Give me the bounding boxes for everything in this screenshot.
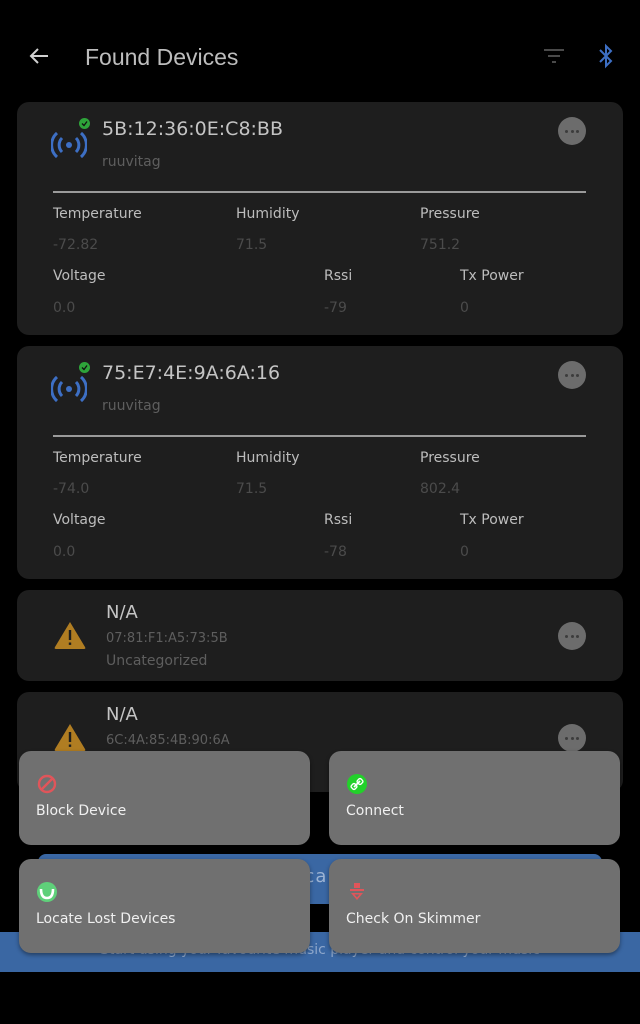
pressure-label: Pressure [420, 206, 480, 222]
voltage-label: Voltage [53, 512, 106, 528]
voltage-label: Voltage [53, 268, 106, 284]
tx-power-value: 0 [460, 544, 469, 560]
device-card[interactable]: 5B:12:36:0E:C8:BB ruuvitag Temperature -… [17, 102, 623, 335]
arrow-left-icon [29, 48, 48, 64]
device-card[interactable]: N/A 07:81:F1:A5:73:5B Uncategorized [17, 590, 623, 681]
rf-signal-icon [51, 131, 87, 159]
action-label: Connect [346, 803, 404, 819]
more-options-button[interactable] [558, 361, 586, 389]
device-mac: 07:81:F1:A5:73:5B [106, 631, 228, 646]
more-options-button[interactable] [558, 622, 586, 650]
block-icon [37, 774, 57, 794]
connect-button[interactable]: Connect [329, 751, 620, 845]
back-button[interactable] [26, 42, 54, 70]
pressure-value: 802.4 [420, 481, 461, 497]
temperature-label: Temperature [53, 206, 142, 222]
rssi-label: Rssi [324, 512, 353, 528]
action-label: Check On Skimmer [346, 911, 481, 927]
device-name: N/A [106, 602, 138, 623]
bluetooth-icon [599, 43, 613, 69]
humidity-value: 71.5 [236, 481, 268, 497]
tx-power-label: Tx Power [460, 268, 524, 284]
action-label: Block Device [36, 803, 127, 819]
action-label: Locate Lost Devices [36, 911, 176, 927]
filter-icon [544, 49, 564, 63]
connected-check-icon [79, 362, 90, 373]
more-options-button[interactable] [558, 117, 586, 145]
voltage-value: 0.0 [53, 544, 76, 560]
connected-check-icon [79, 118, 90, 129]
bluetooth-button[interactable] [595, 42, 617, 70]
humidity-label: Humidity [236, 206, 300, 222]
voltage-value: 0.0 [53, 300, 76, 316]
temperature-label: Temperature [53, 450, 142, 466]
divider [53, 435, 586, 437]
tx-power-label: Tx Power [460, 512, 524, 528]
humidity-label: Humidity [236, 450, 300, 466]
check-on-skimmer-button[interactable]: Check On Skimmer [329, 859, 620, 953]
device-category: Uncategorized [106, 653, 208, 669]
rf-signal-icon [51, 375, 87, 403]
device-mac: 6C:4A:85:4B:90:6A [106, 733, 230, 748]
temperature-value: -74.0 [53, 481, 90, 497]
locate-lost-devices-button[interactable]: Locate Lost Devices [19, 859, 310, 953]
pressure-label: Pressure [420, 450, 480, 466]
device-mac: 5B:12:36:0E:C8:BB [102, 118, 284, 140]
device-mac: 75:E7:4E:9A:6A:16 [102, 362, 281, 384]
rssi-label: Rssi [324, 268, 353, 284]
more-options-button[interactable] [558, 724, 586, 752]
device-name: N/A [106, 704, 138, 725]
rssi-value: -78 [324, 544, 347, 560]
skimmer-icon [350, 883, 364, 900]
warning-icon [54, 622, 86, 649]
temperature-value: -72.82 [53, 237, 99, 253]
filter-button[interactable] [541, 44, 567, 68]
divider [53, 191, 586, 193]
top-app-bar: Found Devices [0, 0, 640, 100]
device-type: ruuvitag [102, 398, 161, 414]
warning-icon [54, 724, 86, 751]
tx-power-value: 0 [460, 300, 469, 316]
page-title: Found Devices [85, 44, 239, 70]
locate-icon [37, 882, 57, 902]
rssi-value: -79 [324, 300, 347, 316]
device-card[interactable]: 75:E7:4E:9A:6A:16 ruuvitag Temperature -… [17, 346, 623, 579]
link-icon [347, 774, 367, 794]
block-device-button[interactable]: Block Device [19, 751, 310, 845]
device-type: ruuvitag [102, 154, 161, 170]
humidity-value: 71.5 [236, 237, 268, 253]
pressure-value: 751.2 [420, 237, 461, 253]
